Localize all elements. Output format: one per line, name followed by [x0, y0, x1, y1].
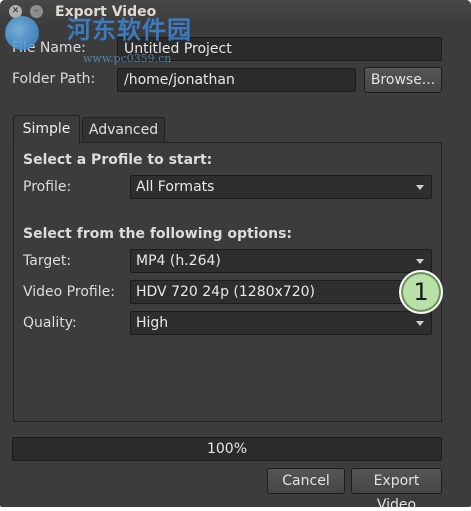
export-progress-bar: 100%: [12, 437, 442, 461]
profile-select[interactable]: All Formats: [130, 175, 432, 199]
folder-path-input[interactable]: /home/jonathan: [117, 68, 356, 92]
file-name-input[interactable]: Untitled Project: [117, 37, 442, 61]
tab-simple[interactable]: Simple: [13, 115, 80, 144]
target-label: Target:: [23, 253, 72, 269]
export-video-button[interactable]: Export Video: [351, 468, 442, 507]
minimize-icon[interactable]: –: [30, 5, 43, 18]
cancel-button[interactable]: Cancel: [267, 468, 345, 494]
options-section-heading: Select from the following options:: [23, 226, 293, 242]
chevron-down-icon: [416, 321, 424, 326]
profile-section-heading: Select a Profile to start:: [23, 152, 213, 168]
chevron-down-icon: [416, 259, 424, 264]
profile-select-value: All Formats: [136, 179, 215, 195]
quality-label: Quality:: [23, 315, 77, 331]
target-select-value: MP4 (h.264): [136, 253, 221, 269]
tab-advanced[interactable]: Advanced: [82, 117, 165, 143]
close-icon[interactable]: ✕: [9, 5, 22, 18]
window-title: Export Video: [55, 4, 157, 20]
step-callout-badge: 1: [399, 270, 443, 314]
simple-panel: Select a Profile to start: Profile: All …: [13, 142, 442, 422]
video-profile-label: Video Profile:: [23, 284, 115, 300]
profile-label: Profile:: [23, 179, 72, 195]
video-profile-select-value: HDV 720 24p (1280x720): [136, 284, 315, 300]
folder-path-label: Folder Path:: [12, 71, 96, 87]
file-name-label: File Name:: [12, 40, 86, 56]
quality-select[interactable]: High: [130, 311, 432, 335]
target-select[interactable]: MP4 (h.264): [130, 249, 432, 273]
chevron-down-icon: [416, 185, 424, 190]
export-video-dialog: ✕ – Export Video File Name: Untitled Pro…: [0, 0, 471, 507]
progress-text: 100%: [206, 441, 248, 457]
title-bar: ✕ – Export Video: [0, 0, 471, 28]
browse-button[interactable]: Browse...: [364, 67, 442, 93]
quality-select-value: High: [136, 315, 169, 331]
video-profile-select[interactable]: HDV 720 24p (1280x720): [130, 280, 432, 304]
